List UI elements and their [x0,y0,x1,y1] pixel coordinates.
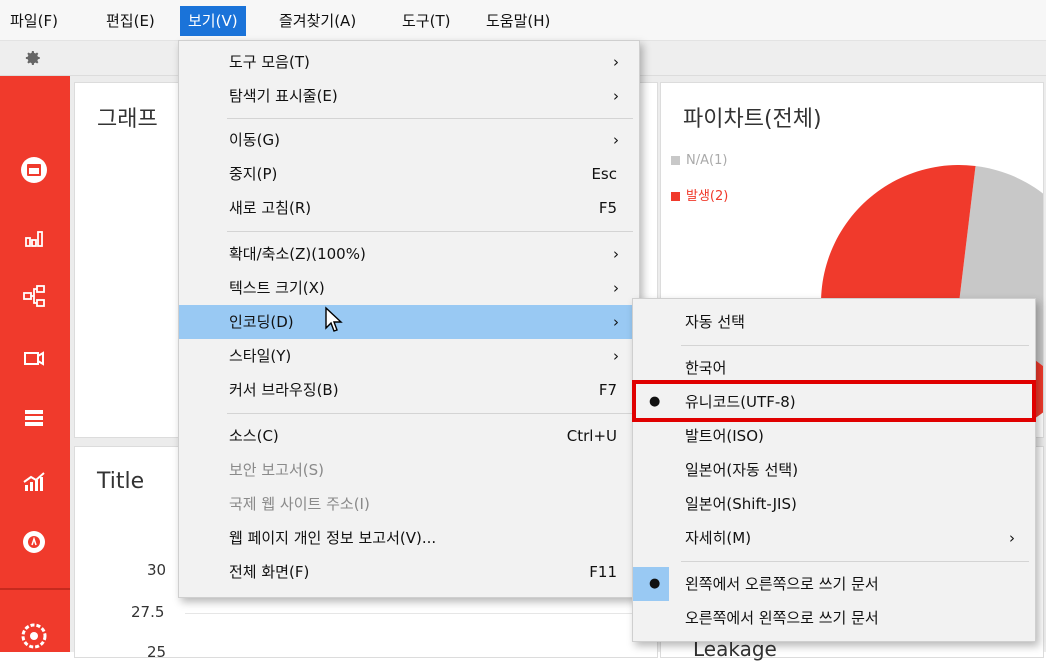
sidebar [0,76,70,652]
legend-label-na: N/A(1) [686,153,728,168]
menu-item-toolbars[interactable]: 도구 모음(T) › [179,45,639,79]
chevron-right-icon: › [613,131,619,149]
encoding-rtl-document[interactable]: 오른쪽에서 왼쪽으로 쓰기 문서 [633,601,1035,635]
chevron-right-icon: › [1009,529,1015,547]
menu-item-source[interactable]: 소스(C) Ctrl+U [179,419,639,453]
menu-separator [227,413,633,414]
menubar: 파일(F) 편집(E) 보기(V) 즐겨찾기(A) 도구(T) 도움말(H) [0,0,1046,41]
menu-item-security-report: 보안 보고서(S) [229,461,324,479]
annotation-highlight-box [632,380,1036,422]
menu-separator [227,118,633,119]
menu-item-refresh[interactable]: 새로 고침(R) F5 [179,191,639,225]
sidebar-divider [0,588,70,590]
encoding-japanese-shiftjis[interactable]: 일본어(Shift-JIS) [633,487,1035,521]
menu-help[interactable]: 도움말(H) [482,6,554,36]
menu-item-caret-browsing[interactable]: 커서 브라우징(B) F7 [179,373,639,407]
menu-item-full-screen[interactable]: 전체 화면(F) F11 [179,555,639,589]
legend-swatch-na [671,156,680,165]
menu-item-explorer-bar[interactable]: 탐색기 표시줄(E) › [179,79,639,113]
encoding-submenu: 자동 선택 한국어 ● 유니코드(UTF-8) 발트어(ISO) 일본어(자동 선… [632,298,1036,642]
mouse-cursor-icon [325,306,343,332]
menu-item-text-size[interactable]: 텍스트 크기(X) › [179,271,639,305]
chevron-right-icon: › [613,87,619,105]
menu-item-zoom[interactable]: 확대/축소(Z)(100%) › [179,237,639,271]
chevron-right-icon: › [613,313,619,331]
menu-item-international-address: 국제 웹 사이트 주소(I) [229,495,370,513]
bullet-icon: ● [649,576,661,591]
network-icon[interactable] [20,282,48,310]
encoding-auto-select[interactable]: 자동 선택 [633,305,1035,339]
menu-favorites[interactable]: 즐겨찾기(A) [275,6,360,36]
menu-separator [681,345,1029,346]
menu-view[interactable]: 보기(V) [180,6,246,36]
encoding-ltr-document[interactable]: ● 왼쪽에서 오른쪽으로 쓰기 문서 [633,567,1035,601]
dashboard-icon[interactable] [20,156,48,184]
chevron-right-icon: › [613,53,619,71]
menu-item-style[interactable]: 스타일(Y) › [179,339,639,373]
legend-swatch-occur [671,192,680,201]
bar-chart-icon[interactable] [20,224,48,252]
list-icon[interactable] [20,404,48,432]
view-menu: 도구 모음(T) › 탐색기 표시줄(E) › 이동(G) › 중지(P) Esc 새로… [178,40,640,598]
encoding-japanese-auto[interactable]: 일본어(자동 선택) [633,453,1035,487]
y-tick-30: 30 [147,561,167,579]
menu-item-privacy-report[interactable]: 웹 페이지 개인 정보 보고서(V)... [179,521,639,555]
title-panel-title: Title [97,469,145,494]
gridline [185,613,645,614]
video-icon[interactable] [20,344,48,372]
gear-icon[interactable] [24,49,42,67]
menu-tools[interactable]: 도구(T) [398,6,454,36]
y-tick-27-5: 27.5 [131,603,165,621]
menu-item-stop[interactable]: 중지(P) Esc [179,157,639,191]
legend-item-occur: 발생(2) [671,185,728,204]
legend-label-occur: 발생(2) [686,189,729,204]
gear-icon[interactable] [20,622,48,650]
menu-separator [681,561,1029,562]
encoding-more[interactable]: 자세히(M) › [633,521,1035,555]
menu-edit[interactable]: 편집(E) [102,6,159,36]
menu-item-go-to[interactable]: 이동(G) › [179,123,639,157]
pie-panel-title: 파이차트(전체) [683,107,822,132]
chevron-right-icon: › [613,279,619,297]
trend-chart-icon[interactable] [20,468,48,496]
legend-item-na: N/A(1) [671,153,727,168]
y-tick-25: 25 [147,643,167,661]
encoding-baltic[interactable]: 발트어(ISO) [633,419,1035,453]
graph-panel-title: 그래프 [97,107,158,132]
menu-item-encoding[interactable]: 인코딩(D) › [179,305,639,339]
chevron-right-icon: › [613,245,619,263]
settings-a-icon[interactable] [20,528,48,556]
menu-file[interactable]: 파일(F) [6,6,62,36]
chevron-right-icon: › [613,347,619,365]
menu-separator [227,231,633,232]
